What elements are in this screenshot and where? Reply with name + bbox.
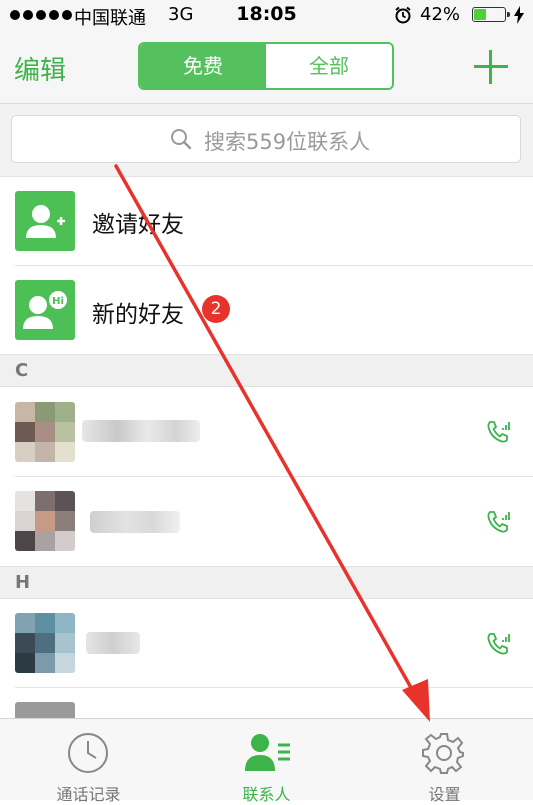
contacts-icon [245, 734, 290, 771]
tab-call-history[interactable]: 通话记录 [0, 719, 177, 804]
add-plus-icon[interactable] [474, 50, 508, 84]
navigation-bar: 编辑 免费 全部 [0, 30, 533, 104]
edit-button[interactable]: 编辑 [14, 50, 66, 87]
contact-name [90, 511, 180, 533]
battery-level-fill [474, 9, 487, 20]
contact-row[interactable] [0, 477, 533, 566]
new-friend-hi-icon: Hi [15, 280, 75, 340]
segmented-control: 免费 全部 [138, 42, 394, 90]
search-placeholder: 搜索559位联系人 [204, 130, 371, 154]
phone-call-icon[interactable] [484, 418, 512, 446]
phone-call-icon[interactable] [484, 508, 512, 536]
segment-all[interactable]: 全部 [266, 44, 392, 88]
add-user-icon [15, 191, 75, 251]
tab-label: 设置 [428, 785, 461, 804]
battery-percent: 42% [420, 4, 461, 25]
tab-label: 联系人 [242, 785, 291, 804]
new-friends-label: 新的好友 [92, 302, 184, 328]
phone-call-icon[interactable] [484, 630, 512, 658]
unread-badge: 2 [202, 295, 230, 323]
section-letter: H [15, 572, 31, 593]
section-letter: C [15, 360, 29, 381]
search-icon [171, 129, 192, 150]
tab-settings[interactable]: 设置 [356, 719, 533, 804]
gear-icon [422, 733, 464, 774]
tab-bar: 通话记录 联系人 设置 [0, 718, 533, 804]
invite-friends-row[interactable]: 邀请好友 [0, 177, 533, 266]
new-friends-row[interactable]: Hi 新的好友 2 [0, 266, 533, 354]
contact-row[interactable] [0, 688, 533, 718]
battery-icon [472, 7, 510, 22]
alarm-clock-icon [395, 6, 411, 24]
charging-bolt-icon [514, 6, 524, 24]
tab-contacts[interactable]: 联系人 [178, 719, 355, 804]
contact-name [82, 420, 200, 442]
section-header-c: C [0, 354, 533, 387]
svg-text:Hi: Hi [52, 296, 64, 307]
search-bar-container: 搜索559位联系人 [0, 104, 533, 177]
avatar [15, 491, 75, 551]
contact-row[interactable] [0, 387, 533, 477]
search-input[interactable]: 搜索559位联系人 [11, 115, 521, 163]
avatar [15, 402, 75, 462]
segment-free[interactable]: 免费 [140, 44, 266, 88]
status-bar: 中国联通 3G 18:05 42% [0, 0, 533, 30]
avatar [15, 702, 75, 718]
contact-name [86, 632, 140, 654]
contact-row[interactable] [0, 599, 533, 688]
section-header-h: H [0, 566, 533, 599]
invite-friends-label: 邀请好友 [92, 212, 184, 238]
clock-icon [68, 733, 108, 773]
tab-label: 通话记录 [56, 785, 121, 804]
avatar [15, 613, 75, 673]
